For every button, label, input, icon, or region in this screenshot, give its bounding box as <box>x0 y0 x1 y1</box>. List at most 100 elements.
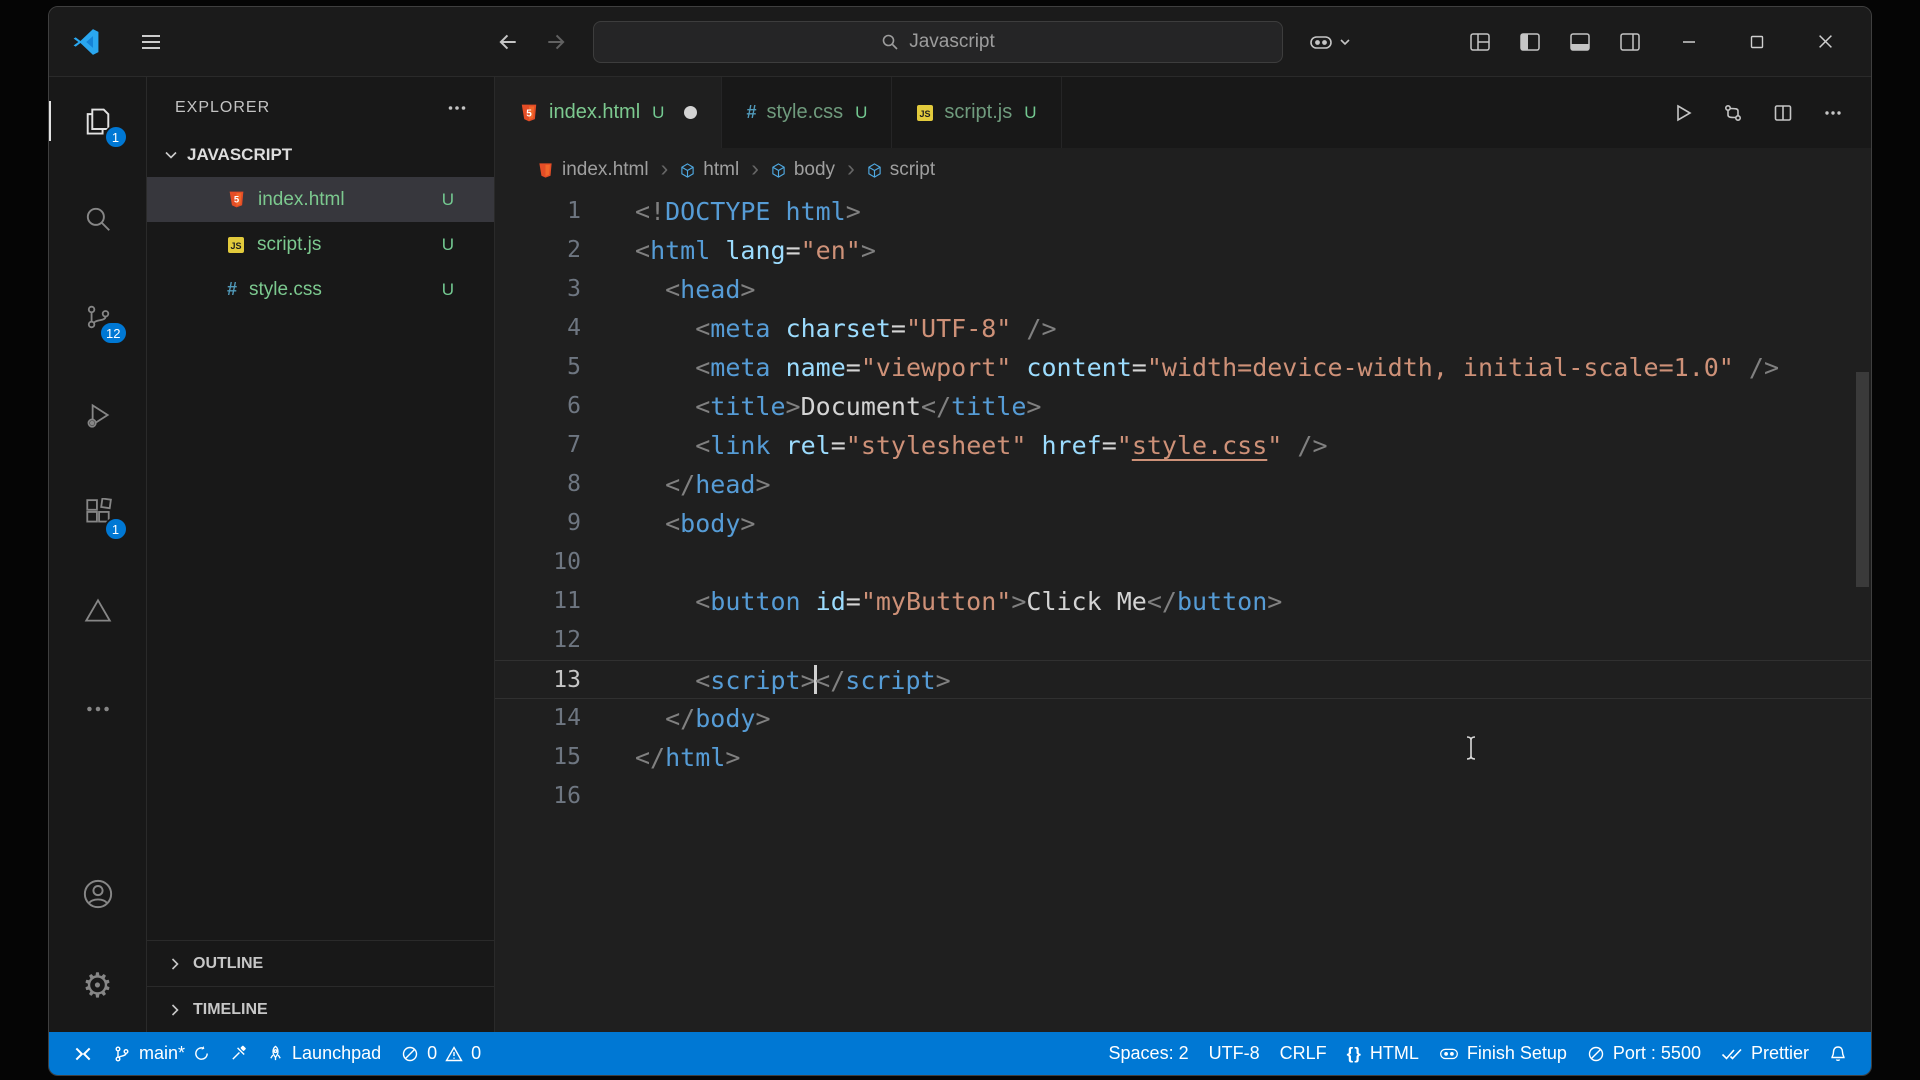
back-arrow-button[interactable] <box>497 31 519 53</box>
unsaved-dot-icon[interactable] <box>684 106 698 119</box>
code-lines: 1 <!DOCTYPE html> 2 <html lang="en"> 3 <head… <box>495 192 1871 816</box>
code-line[interactable]: 15 </html> <box>495 738 1871 777</box>
search-text: Javascript <box>909 30 995 52</box>
timeline-label: TIMELINE <box>193 1000 268 1018</box>
css-file-icon: # <box>746 102 757 122</box>
code-line[interactable]: 9 <body> <box>495 504 1871 543</box>
file-row-index-html[interactable]: 5 index.html U <box>147 177 494 222</box>
editor-actions <box>1673 77 1871 148</box>
breadcrumb-script[interactable]: script <box>867 159 935 181</box>
more-views-icon[interactable] <box>70 685 126 733</box>
js-file-icon: JS <box>227 236 245 254</box>
code-line[interactable]: 8 </head> <box>495 465 1871 504</box>
tab-script-js[interactable]: JS script.js U <box>892 77 1062 148</box>
toggle-secondary-sidebar-icon[interactable] <box>1619 31 1641 53</box>
line-number: 4 <box>567 315 581 341</box>
run-debug-icon[interactable] <box>70 391 126 439</box>
triangle-extension-icon[interactable] <box>70 587 126 635</box>
git-branch-item[interactable]: main* <box>103 1032 220 1075</box>
encoding-item[interactable]: UTF-8 <box>1199 1032 1270 1075</box>
editor-scrollbar[interactable] <box>1856 372 1869 587</box>
line-number: 6 <box>567 393 581 419</box>
forward-arrow-button[interactable] <box>545 31 567 53</box>
code-line[interactable]: 7 <link rel="stylesheet" href="style.css… <box>495 426 1871 465</box>
launchpad-item[interactable]: Launchpad <box>257 1032 391 1075</box>
problems-item[interactable]: 0 0 <box>391 1032 491 1075</box>
file-row-script-js[interactable]: JS script.js U <box>147 222 494 267</box>
line-number: 12 <box>553 627 581 653</box>
line-number: 5 <box>567 354 581 380</box>
language-mode-item[interactable]: {} HTML <box>1337 1032 1429 1075</box>
code-editor[interactable]: 1 <!DOCTYPE html> 2 <html lang="en"> 3 <head… <box>495 192 1871 1032</box>
minimize-button[interactable] <box>1669 22 1709 62</box>
code-line[interactable]: 4 <meta charset="UTF-8" /> <box>495 309 1871 348</box>
code-line[interactable]: 2 <html lang="en"> <box>495 231 1871 270</box>
tab-index-html[interactable]: 5 index.html U <box>495 77 723 148</box>
account-icon[interactable] <box>70 870 126 918</box>
split-editor-icon[interactable] <box>1773 103 1793 123</box>
eol-item[interactable]: CRLF <box>1270 1032 1337 1075</box>
remote-indicator[interactable] <box>63 1032 103 1075</box>
tools-icon <box>232 1045 246 1060</box>
notifications-bell-icon[interactable] <box>1819 1032 1857 1075</box>
settings-gear-icon[interactable]: ⚙ <box>70 962 126 1010</box>
toggle-panel-icon[interactable] <box>1569 31 1591 53</box>
workspace-name: JAVASCRIPT <box>187 145 293 164</box>
git-status-badge: U <box>441 189 454 209</box>
tab-style-css[interactable]: # style.css U <box>722 77 893 148</box>
line-content: <meta charset="UTF-8" /> <box>695 314 1057 343</box>
timeline-section[interactable]: TIMELINE <box>147 986 494 1032</box>
menu-icon[interactable] <box>139 30 163 54</box>
source-control-icon[interactable]: 12 <box>70 293 128 345</box>
code-line[interactable]: 16 <box>495 777 1871 816</box>
code-line[interactable]: 3 <head> <box>495 270 1871 309</box>
maximize-button[interactable] <box>1737 22 1777 62</box>
close-button[interactable] <box>1805 22 1845 62</box>
more-actions-icon[interactable] <box>1823 103 1843 123</box>
code-line[interactable]: 1 <!DOCTYPE html> <box>495 192 1871 231</box>
circle-slash-icon <box>1588 1046 1604 1061</box>
code-line[interactable]: 14 </body> <box>495 699 1871 738</box>
status-bar: main* Launchpad 0 0 Spaces: 2 UTF-8 CRLF <box>49 1032 1871 1075</box>
git-status-badge: U <box>441 234 454 254</box>
explorer-more-actions-icon[interactable] <box>446 97 468 119</box>
explorer-icon[interactable]: 1 <box>49 97 128 149</box>
copilot-setup-item[interactable]: Finish Setup <box>1429 1032 1577 1075</box>
toggle-primary-sidebar-icon[interactable] <box>1519 31 1541 53</box>
chevron-down-icon <box>165 151 177 159</box>
line-number: 1 <box>567 198 581 224</box>
html-file-icon: 5 <box>227 190 246 209</box>
run-file-icon[interactable] <box>1673 103 1693 123</box>
breadcrumb-body[interactable]: body <box>771 159 835 181</box>
file-row-style-css[interactable]: # style.css U <box>147 267 494 312</box>
live-server-port-item[interactable]: Port : 5500 <box>1577 1032 1711 1075</box>
file-name: index.html <box>258 188 345 210</box>
search-view-icon[interactable] <box>70 195 126 243</box>
prettier-item[interactable]: Prettier <box>1711 1032 1819 1075</box>
compare-changes-icon[interactable] <box>1723 103 1743 123</box>
breadcrumb-file[interactable]: index.html <box>537 159 649 181</box>
code-line[interactable]: 13 <script></script> <box>495 660 1871 699</box>
customize-layout-icon[interactable] <box>1469 31 1491 53</box>
breadcrumb-html[interactable]: html <box>680 159 739 181</box>
command-center-search[interactable]: Javascript <box>593 20 1283 63</box>
file-name: style.css <box>249 278 322 300</box>
file-name: script.js <box>257 233 322 255</box>
explorer-sidebar: EXPLORER JAVASCRIPT 5 index.html U JS sc… <box>147 77 495 1032</box>
copilot-button[interactable] <box>1309 32 1351 52</box>
code-line[interactable]: 10 <box>495 543 1871 582</box>
code-line[interactable]: 12 <box>495 621 1871 660</box>
code-line[interactable]: 11 <button id="myButton">Click Me</butto… <box>495 582 1871 621</box>
extensions-icon[interactable]: 1 <box>70 489 128 541</box>
indentation-item[interactable]: Spaces: 2 <box>1099 1032 1199 1075</box>
tab-label: script.js <box>944 101 1013 123</box>
explorer-badge: 1 <box>103 125 128 149</box>
js-file-icon: JS <box>916 104 934 122</box>
outline-section[interactable]: OUTLINE <box>147 940 494 986</box>
code-line[interactable]: 6 <title>Document</title> <box>495 387 1871 426</box>
titlebar: Javascript <box>49 7 1871 77</box>
workspace-folder-row[interactable]: JAVASCRIPT <box>147 133 494 177</box>
code-line[interactable]: 5 <meta name="viewport" content="width=d… <box>495 348 1871 387</box>
tools-item[interactable] <box>220 1032 257 1075</box>
chevron-down-icon <box>1340 38 1350 45</box>
